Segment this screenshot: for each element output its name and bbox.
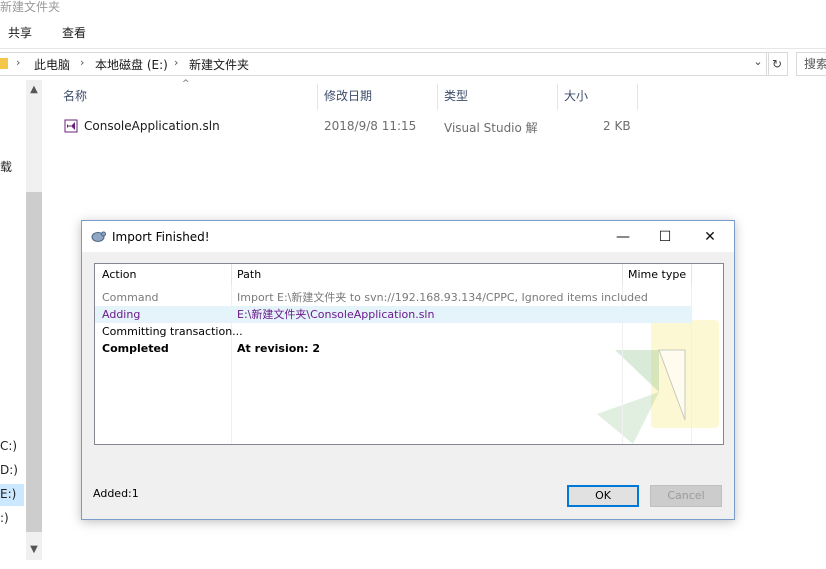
- nav-item-drive-e[interactable]: E:): [0, 487, 16, 501]
- window-title: 新建文件夹: [0, 0, 61, 14]
- nav-item-drive-c[interactable]: C:): [0, 439, 17, 453]
- file-modified: 2018/9/8 11:15: [324, 119, 417, 133]
- column-gridline: [691, 286, 692, 444]
- row-action: Committing transaction...: [102, 325, 243, 338]
- address-bar[interactable]: › 此电脑 › 本地磁盘 (E:) › 新建文件夹: [0, 52, 769, 76]
- column-header-modified[interactable]: 修改日期: [324, 84, 372, 112]
- tortoisesvn-icon: [91, 231, 106, 242]
- nav-scrollbar-thumb[interactable]: [26, 192, 42, 532]
- breadcrumb-this-pc[interactable]: 此电脑: [34, 56, 70, 73]
- file-type: Visual Studio 解: [444, 121, 538, 135]
- list-item[interactable]: Adding E:\新建文件夹\ConsoleApplication.sln: [95, 306, 691, 323]
- column-divider[interactable]: [622, 264, 623, 286]
- maximize-icon[interactable]: ☐: [650, 226, 680, 248]
- dialog-title: Import Finished!: [112, 230, 210, 244]
- scroll-down-icon[interactable]: ▼: [26, 544, 42, 555]
- row-path: E:\新建文件夹\ConsoleApplication.sln: [237, 308, 435, 321]
- close-icon[interactable]: ✕: [695, 226, 725, 248]
- row-action: Adding: [102, 308, 141, 321]
- import-finished-dialog: Import Finished! — ☐ ✕ Action Path Mime …: [81, 220, 735, 520]
- list-item[interactable]: Completed At revision: 2: [95, 340, 691, 357]
- column-header-size[interactable]: 大小: [564, 84, 588, 112]
- breadcrumb-drive-e[interactable]: 本地磁盘 (E:): [95, 56, 168, 73]
- refresh-icon[interactable]: ↻: [766, 52, 788, 76]
- ribbon: 共享 查看: [0, 14, 826, 49]
- tab-view[interactable]: 查看: [62, 24, 86, 41]
- sort-ascending-icon: ^: [182, 79, 190, 89]
- solution-file-icon: [64, 119, 78, 133]
- row-action: Command: [102, 291, 159, 304]
- column-divider[interactable]: [317, 84, 318, 110]
- column-divider[interactable]: [231, 264, 232, 286]
- row-action: Completed: [102, 342, 169, 355]
- column-header-name[interactable]: 名称: [63, 84, 87, 112]
- column-divider[interactable]: [691, 264, 692, 286]
- address-dropdown-icon[interactable]: ⌄: [751, 55, 765, 71]
- dialog-titlebar[interactable]: Import Finished! — ☐ ✕: [82, 221, 734, 252]
- column-divider[interactable]: [557, 84, 558, 110]
- row-path: At revision: 2: [237, 342, 321, 355]
- breadcrumb-folder[interactable]: 新建文件夹: [189, 56, 249, 73]
- nav-item-drive-d[interactable]: D:): [0, 463, 18, 477]
- column-header-path[interactable]: Path: [237, 264, 261, 286]
- column-divider[interactable]: [637, 84, 638, 110]
- file-name: ConsoleApplication.sln: [84, 119, 220, 133]
- column-header-type[interactable]: 类型: [444, 84, 468, 112]
- scroll-up-icon[interactable]: ▲: [26, 84, 42, 95]
- cancel-button[interactable]: Cancel: [650, 485, 722, 507]
- tab-share[interactable]: 共享: [8, 24, 32, 41]
- column-header-mime-type[interactable]: Mime type: [628, 264, 686, 286]
- list-item[interactable]: Committing transaction...: [95, 323, 691, 340]
- search-input[interactable]: 搜索: [796, 52, 826, 76]
- results-list[interactable]: Action Path Mime type Command Import E:\…: [94, 263, 724, 445]
- minimize-icon[interactable]: —: [608, 226, 638, 248]
- file-size: 2 KB: [603, 119, 631, 133]
- folder-icon: [0, 58, 8, 69]
- column-divider[interactable]: [437, 84, 438, 110]
- status-added-count: Added:1: [93, 487, 139, 500]
- row-path: Import E:\新建文件夹 to svn://192.168.93.134/…: [237, 291, 648, 304]
- breadcrumb-separator[interactable]: ›: [16, 56, 20, 69]
- nav-item-downloads[interactable]: 载: [0, 158, 12, 175]
- nav-item-drive-other[interactable]: :): [0, 511, 9, 525]
- ok-button[interactable]: OK: [567, 485, 639, 507]
- list-item[interactable]: Command Import E:\新建文件夹 to svn://192.168…: [95, 289, 691, 306]
- breadcrumb-separator[interactable]: ›: [174, 56, 178, 69]
- breadcrumb-separator[interactable]: ›: [80, 56, 84, 69]
- column-header-action[interactable]: Action: [102, 264, 136, 286]
